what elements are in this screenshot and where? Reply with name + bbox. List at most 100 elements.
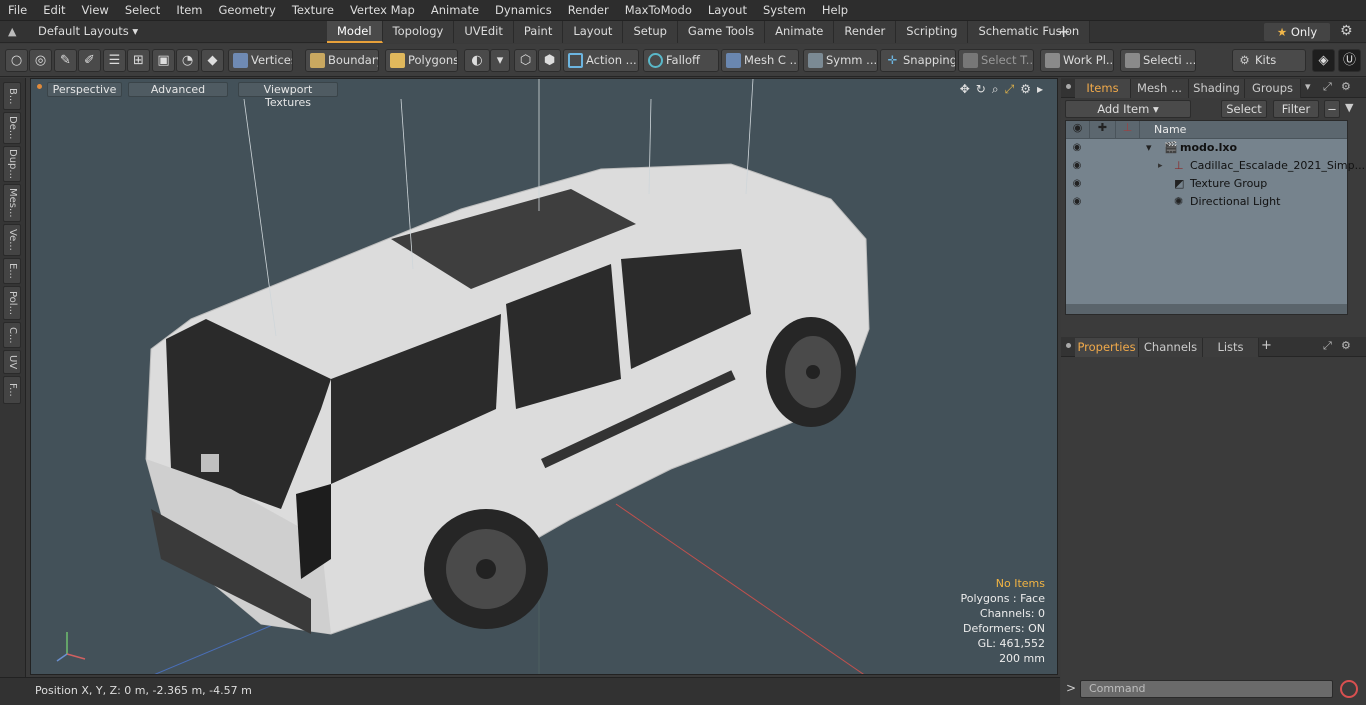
tree-row-texture-group[interactable]: ◉ ◩ Texture Group [1066, 175, 1347, 193]
left-tab-deform[interactable]: De... [3, 112, 21, 144]
select-through-button[interactable]: Select T... [958, 49, 1034, 72]
menu-item[interactable]: Item [168, 0, 210, 21]
menu-texture[interactable]: Texture [284, 0, 342, 21]
item-mode-icon[interactable]: ◆ [201, 49, 224, 72]
kits-button[interactable]: ⚙ Kits [1232, 49, 1306, 72]
expand-icon[interactable]: ⤢ [1323, 80, 1332, 94]
collapse-icon[interactable]: − [1324, 100, 1340, 118]
tab-layout[interactable]: Layout [563, 21, 624, 43]
material-icon[interactable]: ◐ [464, 49, 490, 72]
tab-scripting[interactable]: Scripting [896, 21, 969, 43]
grid-icon[interactable]: ⊞ [127, 49, 150, 72]
polygons-button[interactable]: Polygons [385, 49, 458, 72]
gear-icon[interactable]: ⚙ [1340, 23, 1353, 39]
tab-topology[interactable]: Topology [382, 21, 455, 43]
globe-icon[interactable]: ◎ [29, 49, 52, 72]
circle-select-icon[interactable]: ○ [5, 49, 28, 72]
zoom-icon[interactable]: ⌕ [992, 82, 999, 97]
menu-file[interactable]: File [0, 0, 35, 21]
menu-geometry[interactable]: Geometry [211, 0, 284, 21]
advanced-button[interactable]: Advanced [128, 82, 228, 97]
mesh-constraint-button[interactable]: Mesh C ... [721, 49, 799, 72]
add-tab-button[interactable]: + [1057, 22, 1070, 41]
viewport-textures-button[interactable]: Viewport Textures [238, 82, 338, 109]
tree-row-light[interactable]: ◉ ✺ Directional Light [1066, 193, 1347, 211]
funnel-icon[interactable]: ▼ [1345, 101, 1353, 114]
tab-game-tools[interactable]: Game Tools [677, 21, 766, 43]
vertices-button[interactable]: Vertices [228, 49, 293, 72]
frame-icon[interactable]: ▣ [152, 49, 175, 72]
shield-icon[interactable]: ⬢ [538, 49, 561, 72]
command-record-icon[interactable] [1340, 680, 1358, 698]
align-icon[interactable]: ☰ [103, 49, 126, 72]
eye-icon[interactable]: ◉ [1070, 196, 1084, 208]
brush-icon[interactable]: ✐ [78, 49, 101, 72]
left-tab-uv[interactable]: UV [3, 350, 21, 374]
tree-row-scene[interactable]: ◉ ▾ 🎬 modo.lxo [1066, 139, 1347, 157]
left-tab-vertex[interactable]: Ve... [3, 224, 21, 256]
rotate-icon[interactable]: ◔ [176, 49, 199, 72]
symmetry-button[interactable]: Symm ... [803, 49, 878, 72]
panel-gear-icon[interactable]: ⚙ [1341, 339, 1351, 352]
viewport-gear-icon[interactable]: ⚙ [1020, 82, 1031, 97]
panel-dot-icon[interactable] [1066, 343, 1071, 348]
menu-edit[interactable]: Edit [35, 0, 73, 21]
expand-arrow-icon[interactable]: ▾ [1146, 139, 1152, 157]
left-tab-duplicate[interactable]: Dup... [3, 146, 21, 182]
tab-channels[interactable]: Channels [1139, 338, 1203, 357]
tab-animate[interactable]: Animate [765, 21, 835, 43]
left-tab-fusion[interactable]: F... [3, 376, 21, 404]
tab-lists[interactable]: Lists [1203, 338, 1259, 357]
tab-properties[interactable]: Properties [1075, 338, 1139, 357]
tab-setup[interactable]: Setup [623, 21, 678, 43]
left-tab-basic[interactable]: B... [3, 82, 21, 110]
panel-gear-icon[interactable]: ⚙ [1341, 80, 1351, 93]
symmetry-shield-icon[interactable]: ⬡ [514, 49, 537, 72]
snapping-button[interactable]: ✛ Snapping [880, 49, 956, 72]
expand-icon[interactable]: ⤢ [1323, 339, 1332, 353]
maximize-icon[interactable]: ⤢ [1005, 82, 1015, 97]
orbit-icon[interactable]: ↻ [976, 82, 986, 97]
menu-render[interactable]: Render [560, 0, 617, 21]
play-icon[interactable]: ▸ [1037, 82, 1043, 97]
perspective-button[interactable]: Perspective [47, 82, 122, 97]
boundary-button[interactable]: Boundary [305, 49, 379, 72]
menu-maxtomodo[interactable]: MaxToModo [617, 0, 700, 21]
work-plane-button[interactable]: Work Pl... [1040, 49, 1114, 72]
add-panel-tab-button[interactable]: + [1261, 338, 1272, 353]
eye-icon[interactable]: ◉ [1070, 160, 1084, 172]
tab-render[interactable]: Render [834, 21, 897, 43]
menu-help[interactable]: Help [814, 0, 856, 21]
left-tab-mesh[interactable]: Mes... [3, 184, 21, 222]
add-item-button[interactable]: Add Item ▾ [1065, 100, 1191, 118]
tab-paint[interactable]: Paint [513, 21, 564, 43]
tab-shading[interactable]: Shading [1189, 79, 1245, 98]
menu-dynamics[interactable]: Dynamics [487, 0, 560, 21]
layout-home-icon[interactable]: ▲ [8, 25, 22, 39]
menu-system[interactable]: System [755, 0, 814, 21]
chevron-down-icon[interactable]: ▾ [490, 49, 510, 72]
tab-items[interactable]: Items [1075, 79, 1131, 98]
menu-view[interactable]: View [74, 0, 117, 21]
tree-row-mesh[interactable]: ◉ ▸ ⊥ Cadillac_Escalade_2021_Simp... [1066, 157, 1365, 175]
menu-vertex-map[interactable]: Vertex Map [342, 0, 423, 21]
expand-arrow-icon[interactable]: ▸ [1158, 157, 1163, 175]
car-model[interactable] [145, 163, 870, 635]
action-center-button[interactable]: Action ... [563, 49, 639, 72]
tab-uvedit[interactable]: UVEdit [454, 21, 514, 43]
type-column-icon[interactable]: ⊥ [1116, 121, 1140, 139]
lock-column-icon[interactable]: ✚ [1090, 121, 1116, 139]
tab-groups[interactable]: Groups [1245, 79, 1301, 98]
only-toggle[interactable]: ★ Only [1264, 23, 1330, 41]
left-tab-curve[interactable]: C... [3, 322, 21, 348]
eye-icon[interactable]: ◉ [1070, 142, 1084, 154]
3d-viewport[interactable]: Perspective Advanced Viewport Textures ✥… [30, 78, 1058, 675]
menu-layout[interactable]: Layout [700, 0, 755, 21]
selection-sets-button[interactable]: Selecti ... [1120, 49, 1196, 72]
tab-mesh[interactable]: Mesh ... [1131, 79, 1189, 98]
visibility-column-icon[interactable]: ◉ [1066, 121, 1090, 139]
filter-button[interactable]: Filter [1273, 100, 1319, 118]
tab-schematic-fusion[interactable]: Schematic Fusion [968, 21, 1091, 43]
viewport-dot-icon[interactable] [37, 84, 42, 89]
layouts-dropdown[interactable]: Default Layouts ▾ [38, 24, 138, 38]
